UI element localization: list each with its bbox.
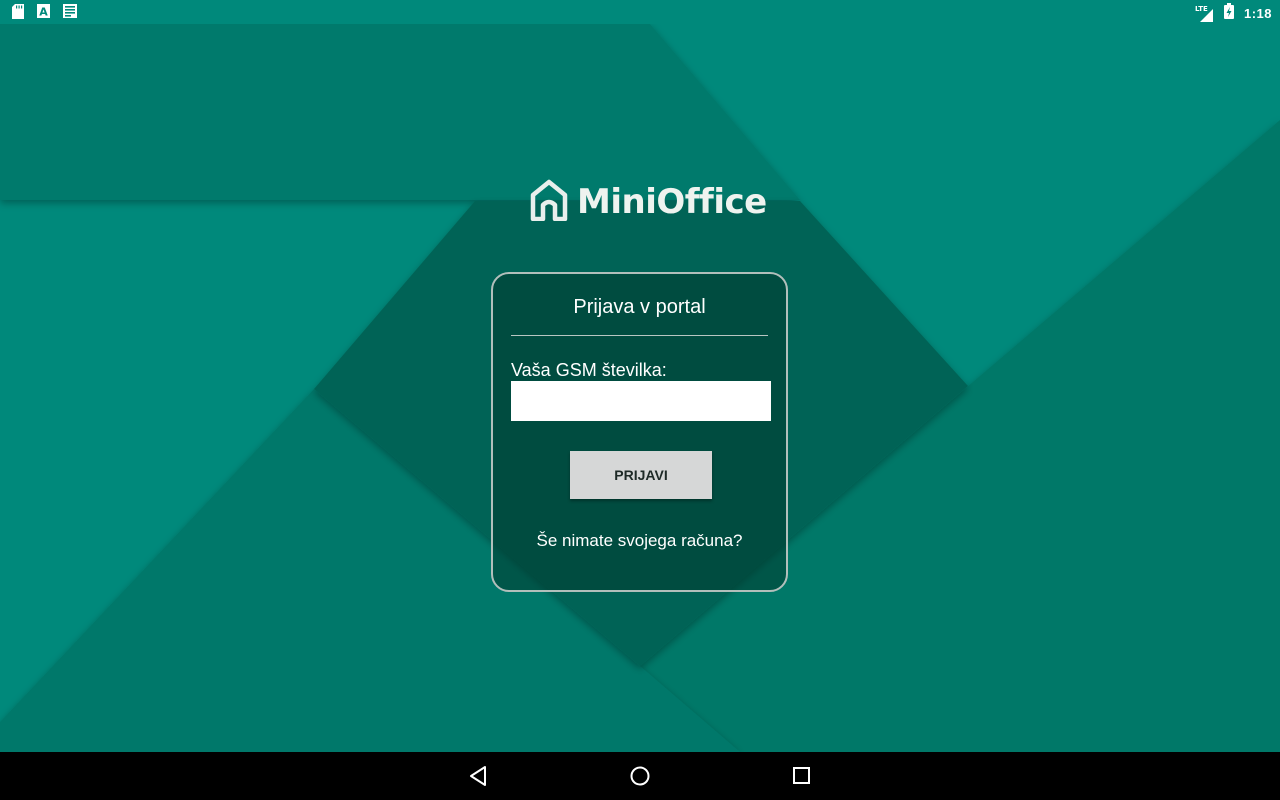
gsm-number-input[interactable] (511, 381, 771, 421)
house-icon (529, 179, 569, 226)
app-logo: MiniOffice (529, 179, 767, 226)
login-title: Prijava v portal (573, 296, 706, 318)
notes-icon (63, 4, 77, 24)
navigation-bar (0, 752, 1280, 800)
login-card: Prijava v portal Vaša GSM številka: PRIJ… (491, 272, 788, 592)
login-button[interactable]: PRIJAVI (570, 451, 712, 499)
back-icon[interactable] (467, 764, 491, 788)
recents-icon[interactable] (790, 764, 814, 788)
app-logo-text: MiniOffice (577, 182, 767, 222)
svg-text:A: A (39, 6, 48, 19)
gsm-number-label: Vaša GSM številka: (511, 360, 667, 380)
keyboard-a-icon: A (37, 4, 50, 24)
register-link[interactable]: Še nimate svojega računa? (493, 531, 786, 551)
signal-icon: LTE (1194, 4, 1214, 22)
status-time: 1:18 (1243, 6, 1272, 21)
home-icon[interactable] (628, 764, 652, 788)
status-bar: A LTE 1:18 (0, 0, 1280, 24)
divider (511, 335, 768, 336)
network-type-label: LTE (1194, 4, 1208, 13)
battery-charging-icon (1223, 3, 1234, 24)
sd-card-icon (12, 4, 24, 24)
